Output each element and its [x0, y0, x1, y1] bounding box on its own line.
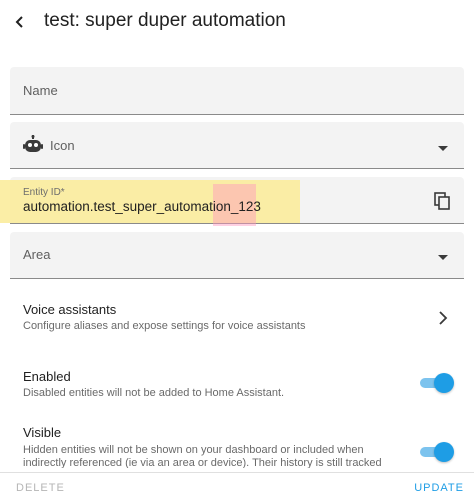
visible-description: Hidden entities will not be shown on you…	[23, 444, 382, 468]
icon-field-label: Icon	[50, 138, 75, 153]
enabled-title: Enabled	[23, 369, 71, 384]
enabled-toggle[interactable]	[418, 373, 454, 393]
update-button[interactable]: UPDATE	[414, 482, 464, 494]
back-button[interactable]	[9, 11, 31, 33]
visible-toggle[interactable]	[418, 442, 454, 462]
name-field-label: Name	[23, 83, 58, 98]
toggle-knob	[434, 442, 454, 462]
dialog-header: test: super duper automation	[0, 0, 474, 46]
chevron-right-icon	[439, 311, 448, 325]
entity-id-label: Entity ID*	[23, 187, 65, 198]
arrow-left-icon	[15, 16, 23, 28]
area-field[interactable]: Area	[10, 232, 464, 279]
chevron-down-icon	[438, 255, 448, 260]
delete-button[interactable]: DELETE	[16, 482, 65, 494]
page-title: test: super duper automation	[44, 10, 286, 31]
toggle-knob	[434, 373, 454, 393]
enabled-description: Disabled entities will not be added to H…	[23, 387, 285, 399]
visible-title: Visible	[23, 425, 62, 440]
name-field[interactable]: Name	[10, 67, 464, 115]
copy-icon[interactable]	[432, 191, 452, 211]
area-field-label: Area	[23, 247, 51, 262]
robot-icon	[23, 135, 43, 152]
voice-assistants-description: Configure aliases and expose settings fo…	[23, 320, 306, 332]
chevron-down-icon	[438, 146, 448, 151]
voice-assistants-title: Voice assistants	[23, 302, 117, 317]
dialog-footer: DELETE UPDATE	[0, 472, 474, 500]
icon-picker[interactable]: Icon	[10, 122, 464, 169]
entity-id-value[interactable]: automation.test_super_automation_123	[23, 199, 261, 214]
